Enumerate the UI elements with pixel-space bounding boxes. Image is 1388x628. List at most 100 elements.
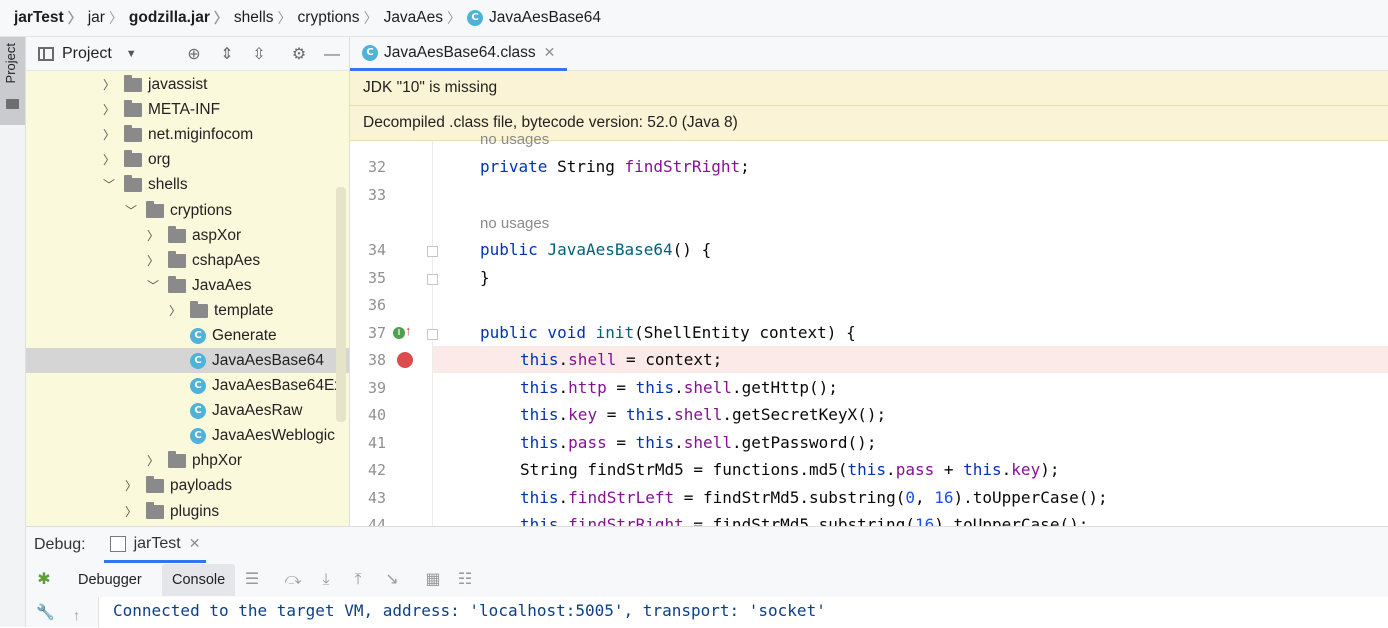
chevron-right-icon[interactable]: 〉 [102,76,116,93]
usage-hint[interactable]: no usages [480,215,549,232]
trace-icon[interactable]: ☷ [455,570,475,590]
code-line: this.findStrRight = findStrMd5.substring… [520,515,1089,526]
tree-item[interactable]: 〉CJavaAesWeblogic [26,423,349,448]
breadcrumb-item[interactable]: C JavaAesBase64 [467,9,601,27]
scroll-up-icon[interactable]: ↑ [73,607,80,623]
line-number: 38 [367,351,386,369]
code-line: this.http = this.shell.getHttp(); [520,378,838,397]
chevron-right-icon[interactable]: 〉 [102,126,116,143]
line-number: 42 [367,461,386,479]
chevron-right-icon[interactable]: 〉 [124,503,138,520]
class-icon: C [190,427,206,444]
chevron-down-icon[interactable]: ▼ [126,48,137,60]
step-into-icon[interactable]: ⤓ [316,570,336,590]
breadcrumb-item[interactable]: jarTest 〉 [14,8,88,28]
tree-item[interactable]: 〉 cshapAes [26,248,349,273]
project-scrollbar[interactable] [336,187,346,422]
jdk-missing-banner: JDK "10" is missing [350,71,1388,106]
chevron-right-icon[interactable]: 〉 [102,151,116,168]
folder-icon [124,149,142,167]
code-line: this.findStrLeft = findStrMd5.substring(… [520,488,1108,507]
breadcrumb-item[interactable]: JavaAes 〉 [384,8,467,28]
minimize-icon[interactable]: — [322,46,342,64]
line-number: 43 [367,489,386,507]
line-number: 39 [367,379,386,397]
usage-hint[interactable]: no usages [480,131,549,148]
project-stripe-label: Project [3,43,18,84]
tree-item[interactable]: 〉 plugins [26,499,349,524]
debug-session-tab[interactable]: jarTest ✕ [103,527,207,563]
tree-item[interactable]: 〉CJavaAesBase64Ex [26,373,349,398]
tab-console[interactable]: Console [162,564,236,596]
project-tool-button[interactable]: Project [0,37,25,125]
line-number: 36 [367,296,386,314]
evaluate-icon[interactable]: ▦ [423,570,443,590]
folder-icon [168,275,186,293]
breadcrumb-item[interactable]: shells 〉 [234,8,298,28]
breakpoint-icon[interactable] [397,352,413,368]
tree-item[interactable]: 〉 net.miginfocom [26,122,349,147]
tree-item[interactable]: 〉CJavaAesRaw [26,398,349,423]
debug-toolbar: ✱ Debugger Console ☰ ⤼ ⤓ ⤒ ↘ ▦ ☷ [26,564,1388,596]
editor-gutter[interactable]: 32 33 34 35 36 37 I ↑ 38 39 40 41 42 43 … [350,141,438,526]
breadcrumb-item[interactable]: cryptions 〉 [298,8,384,28]
editor-tab[interactable]: C JavaAesBase64.class ✕ [350,37,568,71]
tree-item[interactable]: ﹀ shells [26,172,349,197]
tree-item[interactable]: 〉 template [26,298,349,323]
tree-item[interactable]: ﹀ JavaAes [26,273,349,298]
close-icon[interactable]: ✕ [189,535,201,552]
project-panel-title[interactable]: Project [62,45,112,63]
step-over-icon[interactable]: ⤼ [283,570,303,590]
chevron-right-icon[interactable]: 〉 [146,452,160,469]
tree-item[interactable]: ﹀ cryptions [26,198,349,223]
tree-item[interactable]: 〉 javassist [26,72,349,97]
collapse-all-icon[interactable]: ⇳ [249,46,269,64]
list-icon[interactable]: ☰ [242,570,262,590]
chevron-down-icon[interactable]: ﹀ [102,176,116,193]
breadcrumb-item[interactable]: godzilla.jar 〉 [129,8,234,28]
chevron-down-icon[interactable]: ﹀ [146,277,160,294]
implements-icon[interactable]: I [393,327,405,339]
debug-header: Debug: jarTest ✕ [26,527,1388,563]
locate-icon[interactable]: ⊕ [184,46,204,64]
folder-icon [146,475,164,493]
step-out-icon[interactable]: ⤒ [348,570,368,590]
class-icon: C [190,402,206,419]
tree-item[interactable]: 〉CGenerate [26,323,349,348]
chevron-right-icon[interactable]: 〉 [146,227,160,244]
chevron-right-icon[interactable]: 〉 [124,477,138,494]
class-icon: C [190,352,206,369]
tree-item[interactable]: 〉 META-INF [26,97,349,122]
run-to-cursor-icon[interactable]: ↘ [382,570,402,590]
expand-all-icon[interactable]: ⇕ [217,46,237,64]
chevron-right-icon[interactable]: 〉 [168,302,182,319]
project-view-icon [38,46,54,61]
tree-item[interactable]: 〉 aspXor [26,223,349,248]
bug-icon[interactable]: ✱ [35,569,53,588]
folder-icon [168,250,186,268]
chevron-down-icon[interactable]: ﹀ [124,202,138,219]
line-number: 34 [367,241,386,259]
folder-icon [124,74,142,92]
override-arrow-icon[interactable]: ↑ [405,323,412,338]
chevron-right-icon[interactable]: 〉 [102,101,116,118]
tab-debugger[interactable]: Debugger [68,564,152,596]
chevron-right-icon[interactable]: 〉 [146,252,160,269]
code-line: public JavaAesBase64() { [480,240,712,259]
code-line: this.key = this.shell.getSecretKeyX(); [520,405,887,424]
left-tool-stripe: Project [0,37,26,627]
code-area[interactable]: no usages private String findStrRight; n… [433,131,1388,526]
close-icon[interactable]: ✕ [544,44,556,61]
folder-icon [168,225,186,243]
debug-label: Debug: [34,536,86,553]
wrench-icon[interactable]: 🔧 [36,603,55,621]
breadcrumb-item[interactable]: jar 〉 [88,8,129,28]
gear-icon[interactable]: ⚙ [289,46,309,64]
folder-icon [146,200,164,218]
folder-icon [124,99,142,117]
tree-item-selected[interactable]: 〉CJavaAesBase64 [26,348,349,373]
editor-tab-bar: C JavaAesBase64.class ✕ [350,37,1388,71]
tree-item[interactable]: 〉 org [26,147,349,172]
tree-item[interactable]: 〉 payloads [26,473,349,498]
tree-item[interactable]: 〉 phpXor [26,448,349,473]
